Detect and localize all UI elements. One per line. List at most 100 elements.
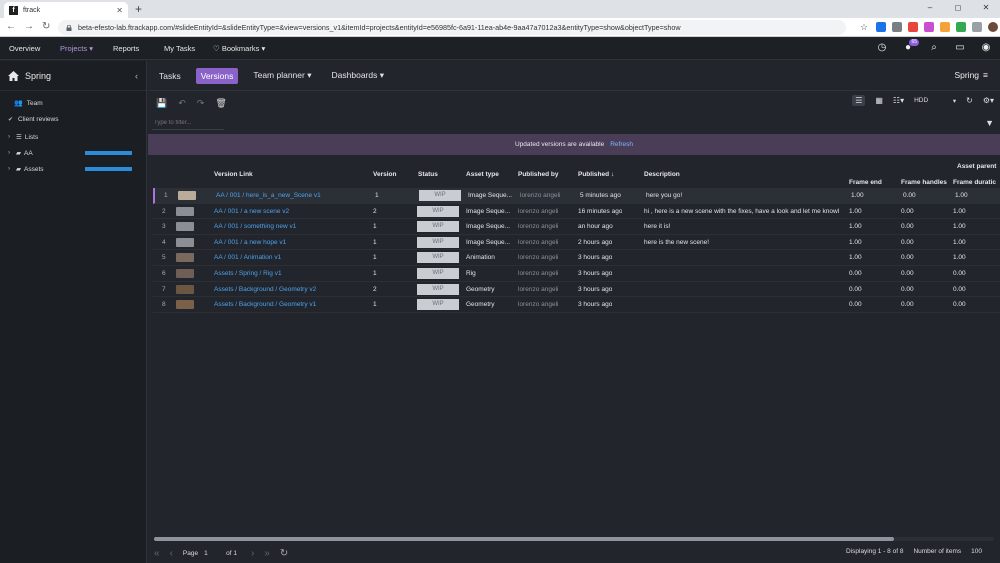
items-per-page-select[interactable]: 100	[971, 548, 982, 555]
version-link[interactable]: Assets / Spring / Rig v1	[214, 266, 364, 281]
trash-icon[interactable]: 🗑	[215, 98, 226, 109]
version-link[interactable]: Assets / Background / Geometry v1	[214, 297, 364, 312]
column-header-description[interactable]: Description	[644, 171, 680, 178]
horizontal-scrollbar[interactable]	[154, 537, 994, 541]
version-link[interactable]: AA / 001 / a new hope v1	[214, 235, 364, 250]
reload-icon[interactable]: ↻	[42, 21, 50, 32]
extension-icon[interactable]	[940, 22, 950, 32]
address-bar[interactable]: beta-efesto-lab.ftrackapp.com/#slideEnti…	[58, 20, 846, 35]
sidebar-project-title[interactable]: Spring	[25, 71, 135, 81]
version-link[interactable]: Assets / Background / Geometry v2	[214, 282, 364, 297]
status-badge[interactable]: WIP	[417, 205, 459, 217]
version-link[interactable]: AA / 001 / a new scene v2	[214, 204, 364, 219]
user-avatar-icon[interactable]: ◉	[980, 42, 992, 54]
description[interactable]: here it is!	[644, 219, 842, 234]
avatar[interactable]	[988, 22, 998, 32]
extension-icon[interactable]	[972, 22, 982, 32]
extension-icon[interactable]	[956, 22, 966, 32]
list-view-icon[interactable]: ☰	[852, 95, 866, 106]
version-link[interactable]: AA / 001 / here_is_a_new_Scene v1	[216, 188, 366, 203]
first-page-icon[interactable]: «	[154, 548, 160, 559]
close-tab-icon[interactable]: ✕	[116, 6, 123, 15]
description[interactable]	[644, 282, 842, 297]
table-row[interactable]: 3 AA / 001 / something new v1 1 WIP Image Se…	[153, 219, 1000, 235]
status-badge[interactable]: WIP	[417, 283, 459, 295]
close-window-icon[interactable]: ✕	[972, 0, 1000, 18]
browser-tab[interactable]: f ftrack ✕	[4, 2, 128, 18]
version-link[interactable]: AA / 001 / something new v1	[214, 219, 364, 234]
nav-my-tasks[interactable]: My Tasks	[164, 38, 195, 60]
undo-icon[interactable]: ↶	[178, 98, 186, 109]
sidebar-item-aa[interactable]: › ▰ AA	[0, 145, 146, 161]
sidebar-item-client-reviews[interactable]: ✔ Client reviews	[0, 111, 146, 127]
funnel-icon[interactable]: ▼	[985, 118, 994, 128]
extension-icon[interactable]	[876, 22, 886, 32]
clock-icon[interactable]: ◷	[876, 42, 888, 54]
status-badge[interactable]: WIP	[417, 268, 459, 279]
collapse-sidebar-icon[interactable]: ‹	[135, 71, 138, 81]
star-icon[interactable]: ☆	[860, 22, 870, 32]
description[interactable]	[644, 266, 842, 281]
column-header-published-by[interactable]: Published by	[518, 171, 558, 178]
description[interactable]: hi , here is a new scene with the fixes,…	[644, 204, 842, 219]
columns-menu-icon[interactable]: ☷▾	[893, 96, 904, 105]
status-badge[interactable]: WIP	[417, 299, 459, 311]
filter-input[interactable]	[152, 116, 224, 130]
version-thumbnail[interactable]	[176, 222, 194, 232]
description[interactable]	[644, 250, 842, 265]
version-thumbnail[interactable]	[176, 237, 194, 247]
prev-page-icon[interactable]: ‹	[170, 548, 173, 559]
grid-view-icon[interactable]: ▦	[875, 96, 883, 105]
version-thumbnail[interactable]	[176, 269, 194, 278]
chevron-right-icon[interactable]: ›	[8, 134, 16, 140]
resolution-select[interactable]: HDD ▾	[914, 97, 956, 105]
version-thumbnail[interactable]	[178, 191, 196, 200]
extension-icon[interactable]	[892, 22, 902, 32]
tab-team-planner[interactable]: Team planner ▾	[248, 67, 316, 84]
column-header-version[interactable]: Version	[373, 171, 396, 178]
status-badge[interactable]: WIP	[417, 252, 459, 264]
status-badge[interactable]: WIP	[417, 221, 459, 233]
last-page-icon[interactable]: »	[264, 548, 270, 559]
next-page-icon[interactable]: ›	[251, 548, 254, 559]
new-tab-icon[interactable]: +	[135, 2, 142, 16]
version-thumbnail[interactable]	[176, 284, 194, 294]
gear-icon[interactable]: ⚙▾	[983, 96, 994, 105]
column-header-asset-type[interactable]: Asset type	[466, 171, 499, 178]
extension-icon[interactable]	[908, 22, 918, 32]
tab-versions[interactable]: Versions	[195, 67, 239, 84]
chevron-right-icon[interactable]: ›	[8, 150, 16, 156]
table-row[interactable]: 4 AA / 001 / a new hope v1 1 WIP Image Seque…	[153, 235, 1000, 251]
redo-icon[interactable]: ↷	[197, 98, 205, 109]
status-badge[interactable]: WIP	[419, 190, 461, 201]
nav-projects[interactable]: Projects ▾	[60, 38, 93, 60]
page-input[interactable]: 1	[204, 550, 218, 557]
column-header-published[interactable]: Published ↓	[578, 171, 614, 178]
column-header-frame-end[interactable]: Frame end	[849, 179, 882, 186]
home-icon[interactable]	[8, 70, 19, 81]
sidebar-item-lists[interactable]: › ☰ Lists	[0, 129, 146, 145]
table-row[interactable]: 6 Assets / Spring / Rig v1 1 WIP Rig lorenzo …	[153, 266, 1000, 282]
search-icon[interactable]: ⌕	[928, 42, 940, 54]
nav-reports[interactable]: Reports	[113, 38, 139, 60]
refresh-link[interactable]: Refresh	[610, 141, 633, 148]
description[interactable]: here you go!	[646, 188, 844, 203]
column-header-version-link[interactable]: Version Link	[214, 171, 253, 178]
sidebar-item-team[interactable]: 👥 Team	[0, 95, 146, 111]
chevron-right-icon[interactable]: ›	[8, 166, 16, 172]
extension-icon[interactable]	[924, 22, 934, 32]
table-row[interactable]: 2 AA / 001 / a new scene v2 2 WIP Image Sequ…	[153, 204, 1000, 220]
maximize-icon[interactable]: ◻	[944, 0, 972, 18]
minimize-icon[interactable]: –	[916, 0, 944, 18]
back-icon[interactable]: ←	[6, 21, 16, 32]
refresh-icon[interactable]: ↻	[280, 548, 288, 559]
table-row[interactable]: 5 AA / 001 / Animation v1 1 WIP Animation lor…	[153, 250, 1000, 266]
version-thumbnail[interactable]	[176, 300, 194, 310]
sidebar-item-assets[interactable]: › ▰ Assets	[0, 161, 146, 177]
tab-dashboards[interactable]: Dashboards ▾	[327, 67, 390, 84]
inbox-icon[interactable]: ▭	[954, 42, 966, 54]
scrollbar-thumb[interactable]	[154, 537, 894, 541]
version-thumbnail[interactable]	[176, 206, 194, 216]
table-row[interactable]: 8 Assets / Background / Geometry v1 1 WIP Ge…	[153, 297, 1000, 313]
notifications-icon[interactable]: ● 65	[902, 39, 919, 54]
